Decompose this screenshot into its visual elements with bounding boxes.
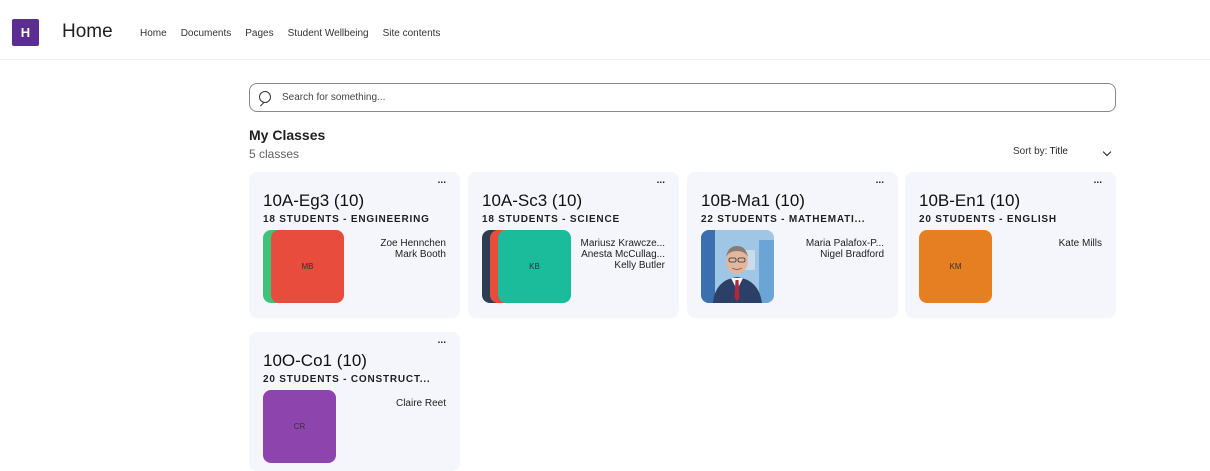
class-name[interactable]: 10B-En1 (10)	[919, 191, 1020, 211]
chevron-down-icon	[1102, 147, 1112, 157]
teacher-name: Claire Reet	[395, 398, 446, 409]
teacher-avatars: CR	[263, 390, 345, 463]
avatar: KB	[498, 230, 571, 303]
top-nav: Home Documents Pages Student Wellbeing S…	[140, 28, 440, 39]
teacher-list: Zoe Hennchen Mark Booth	[380, 238, 446, 260]
teacher-name: Maria Palafox-P...	[805, 238, 884, 249]
sort-value: Title	[1049, 146, 1068, 157]
section-title: My Classes	[249, 127, 326, 143]
site-title[interactable]: Home	[62, 21, 113, 43]
nav-item-documents[interactable]: Documents	[181, 28, 232, 39]
class-subtitle: 20 STUDENTS - ENGLISH	[919, 214, 1057, 225]
more-options-icon[interactable]: ...	[438, 336, 446, 346]
avatar: MB	[271, 230, 344, 303]
class-subtitle: 22 STUDENTS - MATHEMATI...	[701, 214, 866, 225]
teacher-name: Anesta McCullag...	[581, 249, 665, 260]
teacher-name: Kate Mills	[1058, 238, 1102, 249]
nav-item-student-wellbeing[interactable]: Student Wellbeing	[288, 28, 369, 39]
more-options-icon[interactable]: ...	[657, 176, 665, 186]
teacher-list: Mariusz Krawcze... Anesta McCullag... Ke…	[581, 238, 665, 271]
teacher-avatars: KB	[482, 230, 571, 303]
teacher-name: Mark Booth	[394, 249, 446, 260]
teacher-list: Maria Palafox-P... Nigel Bradford	[806, 238, 884, 260]
teacher-name: Kelly Butler	[614, 260, 665, 271]
class-name[interactable]: 10A-Eg3 (10)	[263, 191, 364, 211]
class-name[interactable]: 10O-Co1 (10)	[263, 351, 367, 371]
class-card[interactable]: ... 10B-Ma1 (10) 22 STUDENTS - MATHEMATI…	[687, 172, 898, 318]
class-card[interactable]: ... 10O-Co1 (10) 20 STUDENTS - CONSTRUCT…	[249, 332, 460, 471]
teacher-name: Nigel Bradford	[820, 249, 884, 260]
nav-item-home[interactable]: Home	[140, 28, 167, 39]
avatar: CR	[263, 390, 336, 463]
class-name[interactable]: 10B-Ma1 (10)	[701, 191, 805, 211]
sort-dropdown[interactable]: Sort by: Title	[1013, 146, 1112, 157]
class-count: 5 classes	[249, 147, 300, 161]
teacher-name: Mariusz Krawcze...	[580, 238, 665, 249]
search-icon	[258, 90, 274, 106]
nav-item-site-contents[interactable]: Site contents	[383, 28, 441, 39]
more-options-icon[interactable]: ...	[1094, 176, 1102, 186]
teacher-avatars	[701, 230, 783, 303]
class-subtitle: 20 STUDENTS - CONSTRUCT...	[263, 374, 431, 385]
search-box[interactable]	[249, 83, 1116, 112]
top-bar: H Home Home Documents Pages Student Well…	[0, 0, 1210, 60]
teacher-photo	[701, 230, 774, 303]
class-name[interactable]: 10A-Sc3 (10)	[482, 191, 582, 211]
class-card[interactable]: ... 10B-En1 (10) 20 STUDENTS - ENGLISH K…	[905, 172, 1116, 318]
class-subtitle: 18 STUDENTS - SCIENCE	[482, 214, 620, 225]
person-photo-icon	[701, 230, 774, 303]
sort-label: Sort by:	[1013, 146, 1048, 157]
nav-item-pages[interactable]: Pages	[245, 28, 273, 39]
teacher-name: Zoe Hennchen	[380, 238, 446, 249]
site-logo[interactable]: H	[12, 19, 39, 46]
teacher-list: Kate Mills	[1059, 238, 1102, 249]
more-options-icon[interactable]: ...	[876, 176, 884, 186]
teacher-avatars: KM	[919, 230, 1001, 303]
class-subtitle: 18 STUDENTS - ENGINEERING	[263, 214, 430, 225]
search-input[interactable]	[282, 92, 1082, 103]
teacher-avatars: MB	[263, 230, 345, 303]
avatar: KM	[919, 230, 992, 303]
class-card[interactable]: ... 10A-Eg3 (10) 18 STUDENTS - ENGINEERI…	[249, 172, 460, 318]
more-options-icon[interactable]: ...	[438, 176, 446, 186]
teacher-list: Claire Reet	[396, 398, 446, 409]
class-card[interactable]: ... 10A-Sc3 (10) 18 STUDENTS - SCIENCE K…	[468, 172, 679, 318]
